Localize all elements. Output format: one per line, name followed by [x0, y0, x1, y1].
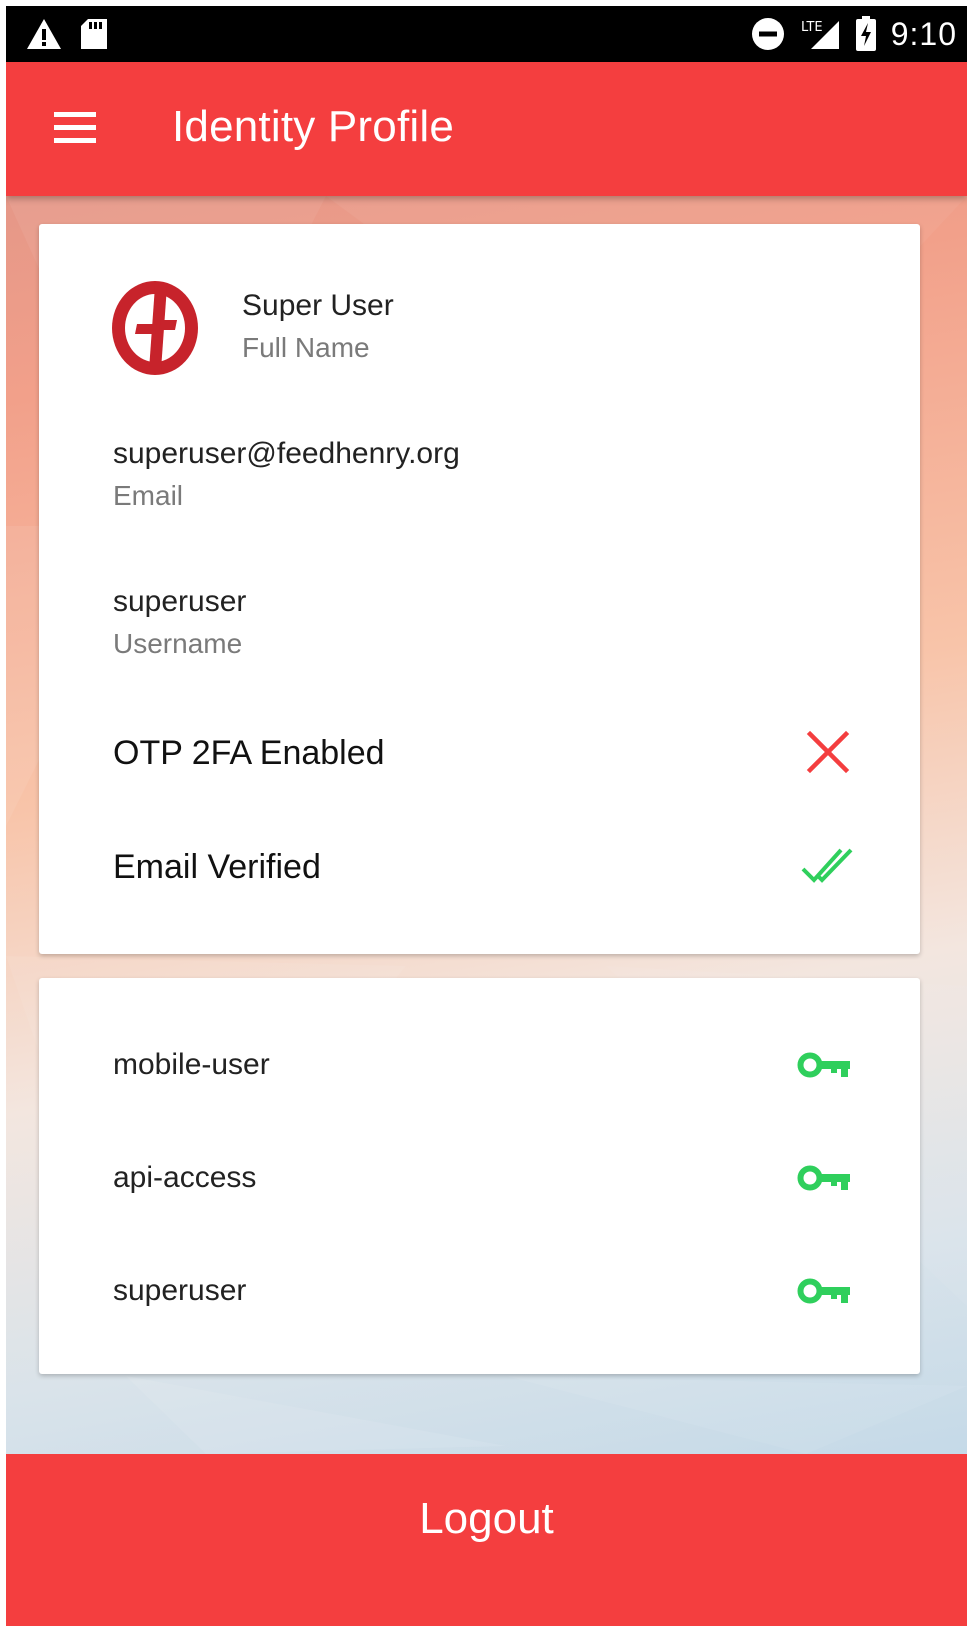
status-time: 9:10 — [890, 15, 957, 52]
email-label: Email — [113, 480, 184, 511]
otp-2fa-label: OTP 2FA Enabled — [113, 734, 385, 772]
status-bar: LTE 9:10 — [6, 6, 967, 62]
warning-icon — [27, 19, 61, 49]
status-right-icons: LTE 9:10 — [751, 14, 957, 54]
full-name-value: Super User — [242, 289, 394, 322]
username-value: superuser — [113, 585, 247, 618]
role-item: mobile-user — [113, 1038, 853, 1094]
username-label: Username — [113, 628, 243, 659]
page-title: Identity Profile — [172, 102, 455, 151]
role-label: superuser — [113, 1274, 247, 1307]
feedhenry-logo — [112, 281, 198, 375]
role-label: mobile-user — [113, 1048, 270, 1081]
sd-card-icon — [81, 19, 107, 49]
full-name-field: Super User Full Name — [242, 288, 394, 366]
profile-card: Super User Full Name superuser@feedhenry… — [39, 224, 920, 954]
role-item: superuser — [113, 1264, 853, 1320]
email-verified-row: Email Verified — [113, 838, 853, 898]
email-field: superuser@feedhenry.org Email — [113, 436, 460, 514]
close-icon — [806, 730, 850, 774]
hamburger-menu-icon[interactable] — [50, 110, 96, 146]
key-icon — [797, 1052, 850, 1078]
role-item: api-access — [113, 1151, 853, 1207]
role-label: api-access — [113, 1161, 257, 1194]
double-check-icon — [801, 848, 853, 883]
app-screen: LTE 9:10 Identity Profile Super User Ful… — [6, 6, 967, 1626]
username-field: superuser Username — [113, 584, 246, 662]
otp-2fa-row: OTP 2FA Enabled — [113, 724, 853, 784]
logout-label: Logout — [419, 1494, 554, 1543]
app-bar: Identity Profile — [6, 62, 967, 196]
key-icon — [797, 1165, 850, 1191]
status-left-icons — [26, 16, 108, 52]
do-not-disturb-icon — [751, 18, 784, 50]
email-value: superuser@feedhenry.org — [113, 437, 460, 470]
roles-card: mobile-user api-access superuser — [39, 978, 920, 1374]
logout-button[interactable]: Logout — [6, 1454, 967, 1626]
email-verified-label: Email Verified — [113, 848, 321, 886]
svg-text:LTE: LTE — [801, 20, 823, 35]
battery-charging-icon — [855, 16, 876, 51]
key-icon — [797, 1278, 850, 1304]
full-name-label: Full Name — [242, 332, 370, 363]
lte-signal-icon: LTE — [801, 20, 839, 49]
